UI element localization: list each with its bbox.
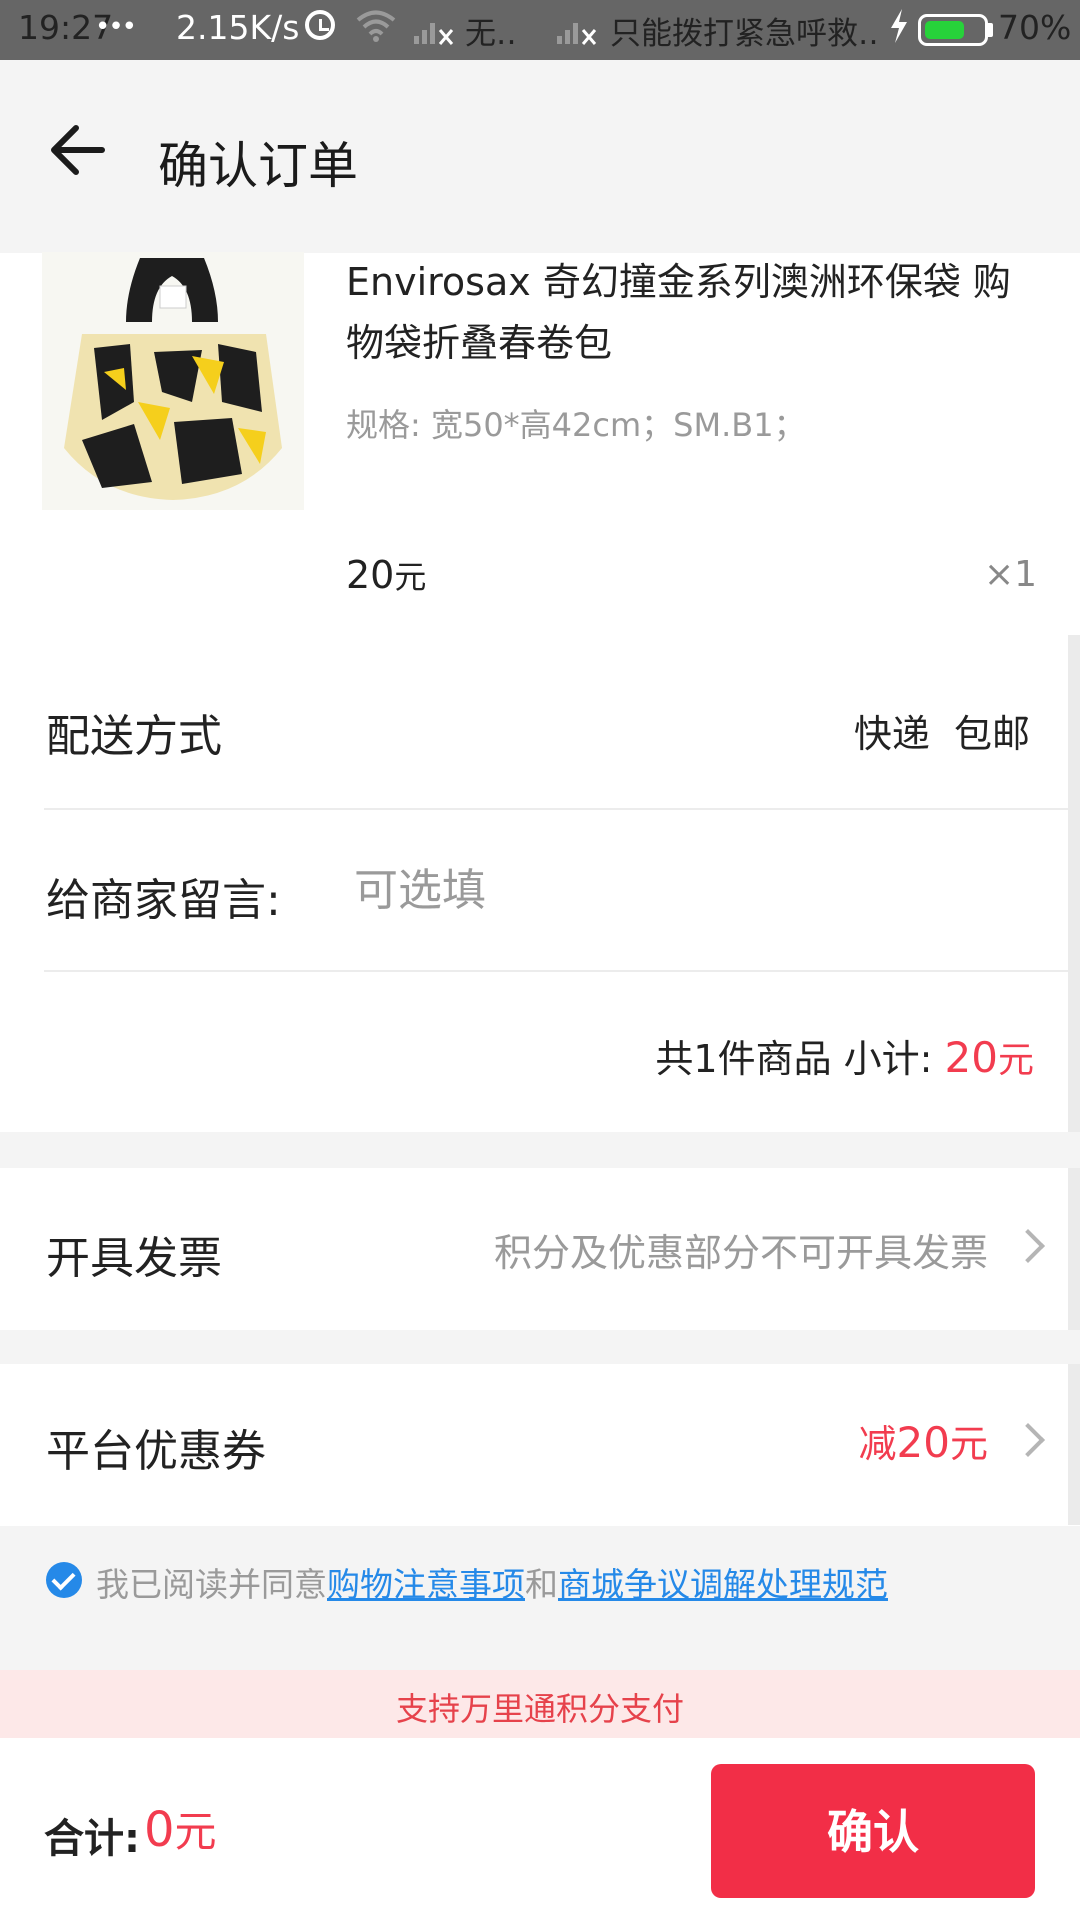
dispute-rules-link[interactable]: 商城争议调解处理规范 — [558, 1565, 888, 1604]
status-carrier-1: 无‥ — [465, 16, 517, 52]
back-arrow-icon[interactable] — [48, 120, 108, 180]
status-more-dots: ••• — [95, 12, 137, 42]
subtotal: 共1件商品 小计: 20元 — [655, 1028, 1034, 1083]
subtotal-text: 共1件商品 小计: — [655, 1037, 945, 1081]
coupon-unit: 元 — [949, 1422, 988, 1466]
chevron-right-icon[interactable] — [1011, 1229, 1045, 1263]
product-quantity: ×1 — [984, 554, 1038, 595]
signal-icon — [412, 12, 456, 53]
chevron-right-icon[interactable] — [1011, 1423, 1045, 1457]
coupon-prefix: 减 — [858, 1422, 897, 1466]
total-unit: 元 — [174, 1807, 217, 1856]
shopping-notice-link[interactable]: 购物注意事项 — [327, 1565, 525, 1604]
coupon-amount: 20 — [896, 1418, 950, 1467]
section-gap — [0, 1330, 1080, 1364]
status-net-speed: 2.15K/s — [176, 8, 300, 47]
battery-tip — [988, 23, 993, 37]
confirm-button[interactable]: 确认 — [711, 1764, 1035, 1898]
product-title: Envirosax 奇幻撞金系列澳洲环保袋 购物袋折叠春卷包 — [346, 260, 1011, 365]
message-input[interactable] — [354, 860, 1054, 920]
invoice-note[interactable]: 积分及优惠部分不可开具发票 — [494, 1222, 988, 1277]
agreement-text: 我已阅读并同意购物注意事项和商城争议调解处理规范 — [96, 1558, 888, 1606]
alarm-icon — [305, 10, 335, 40]
subtotal-unit: 元 — [997, 1040, 1034, 1081]
charging-icon — [888, 8, 910, 52]
product-spec: 规格: 宽50*高42cm；SM.B1； — [346, 406, 806, 444]
divider — [44, 970, 1068, 972]
subtotal-amount: 20 — [944, 1033, 998, 1082]
product-price: 20元 — [346, 552, 426, 598]
page-title: 确认订单 — [158, 137, 358, 195]
section-gap — [0, 1132, 1080, 1168]
wifi-icon — [355, 8, 397, 51]
agreement-prefix: 我已阅读并同意 — [96, 1565, 327, 1604]
signal-icon — [555, 12, 599, 53]
total-amount: 0 — [144, 1802, 175, 1858]
invoice-label[interactable]: 开具发票 — [46, 1222, 222, 1286]
checkbox-checked-icon[interactable] — [46, 1562, 82, 1598]
battery-icon — [918, 14, 988, 46]
battery-percent: 70% — [998, 8, 1072, 47]
points-banner-text: 支持万里通积分支付 — [395, 1690, 684, 1728]
delivery-label: 配送方式 — [46, 711, 222, 762]
product-price-unit: 元 — [394, 558, 427, 596]
subtotal-amount-wrap: 20元 — [945, 1033, 1034, 1082]
product-price-value: 20 — [346, 553, 395, 597]
coupon-value[interactable]: 减20元 — [859, 1413, 988, 1468]
scrollbar[interactable] — [1068, 635, 1080, 1525]
product-image[interactable] — [42, 252, 304, 510]
message-label: 给商家留言: — [46, 875, 281, 926]
divider — [44, 808, 1068, 810]
coupon-label[interactable]: 平台优惠券 — [46, 1415, 266, 1479]
battery-level — [925, 21, 964, 39]
total-label: 合计: — [44, 1816, 140, 1862]
agreement-middle: 和 — [525, 1565, 558, 1604]
total-value: 0元 — [144, 1798, 217, 1859]
status-carrier-2: 只能拨打紧急呼救‥ — [610, 16, 879, 52]
delivery-value: 快递 包邮 — [853, 712, 1030, 756]
